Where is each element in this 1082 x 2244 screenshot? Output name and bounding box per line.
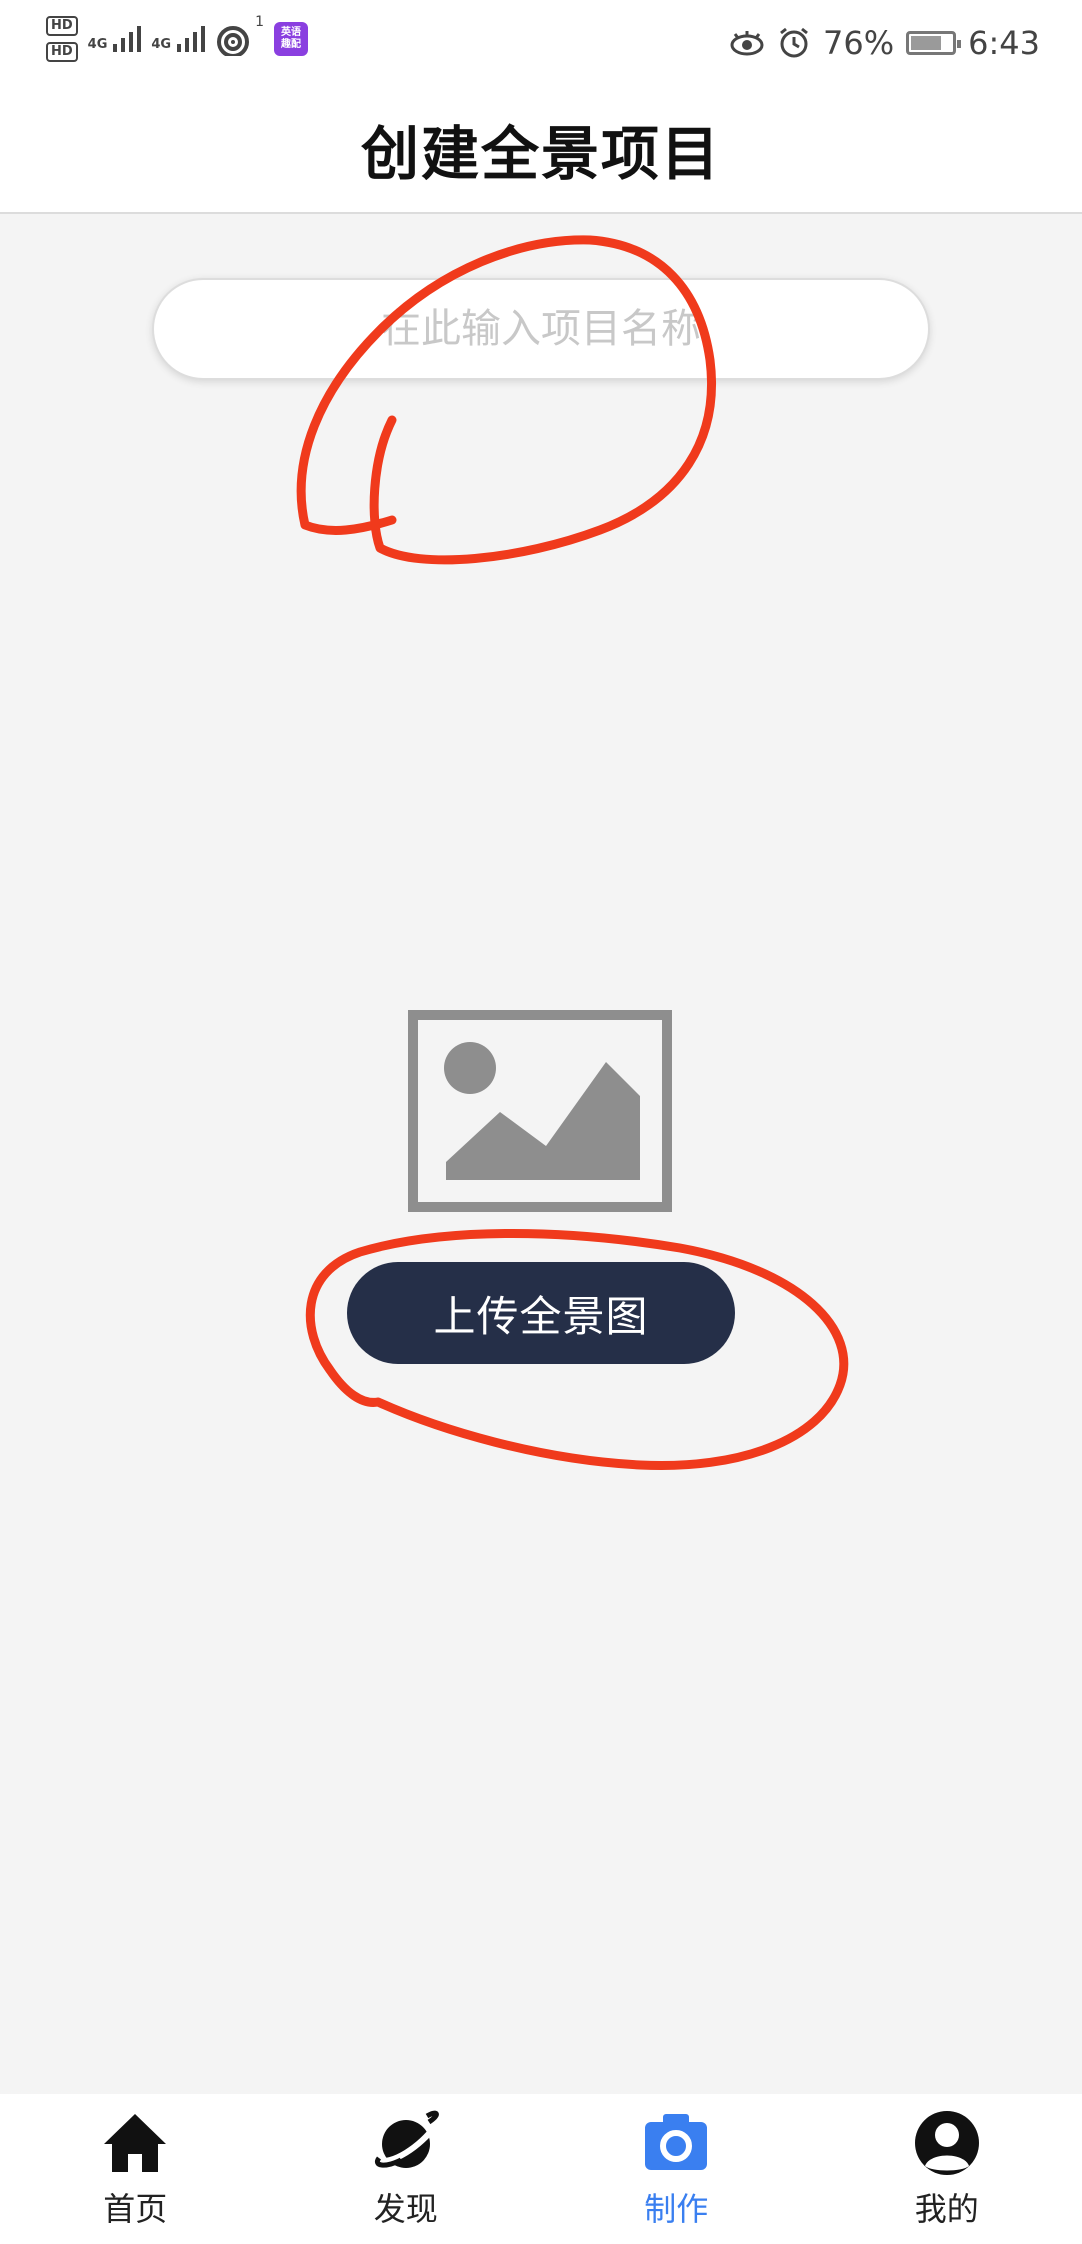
hd-badge-2: HD [46,42,78,62]
status-right: 76% 6:43 [729,20,1040,66]
tab-mine[interactable]: 我的 [812,2094,1082,2244]
bottom-tab-bar: 首页 发现 制作 我的 [0,2094,1082,2244]
wifi-icon [217,26,250,56]
hd-indicators: HD HD [46,16,78,62]
status-bar: HD HD 4G 4G 1 英语 趣配 76% 6:43 [0,0,1082,86]
tab-home[interactable]: 首页 [0,2094,271,2244]
tab-label-home: 首页 [103,2190,168,2228]
title-bar: 创建全景项目 [0,86,1082,214]
eye-comfort-icon [730,31,764,56]
user-icon [914,2111,979,2175]
sim1-network-label: 4G [87,37,108,52]
clock-time: 6:43 [968,24,1040,62]
image-placeholder-icon [408,1010,672,1212]
battery-icon [906,31,962,55]
tab-label-discover: 发现 [373,2190,438,2228]
upload-panorama-button[interactable]: 上传全景图 [347,1262,735,1364]
planet-icon [374,2110,439,2168]
tab-create[interactable]: 制作 [541,2094,812,2244]
battery-percent: 76% [823,24,895,62]
battery-level [911,36,941,50]
hd-badge-1: HD [46,16,78,36]
sim2-network-label: 4G [151,37,172,52]
app-notification-icon: 英语 趣配 [274,22,309,56]
signal-icon-2: 4G [151,26,206,52]
signal-icon: 4G [88,26,142,52]
status-left: HD HD 4G 4G 1 英语 趣配 [46,14,309,64]
page-title: 创建全景项目 [360,120,721,188]
tab-label-mine: 我的 [914,2190,979,2228]
alarm-icon [780,27,808,58]
tab-discover[interactable]: 发现 [271,2094,542,2244]
project-name-input[interactable] [152,278,930,380]
home-icon [104,2114,167,2172]
tab-label-create: 制作 [644,2190,709,2228]
camera-icon [645,2114,708,2170]
wifi-superscript: 1 [255,14,265,30]
